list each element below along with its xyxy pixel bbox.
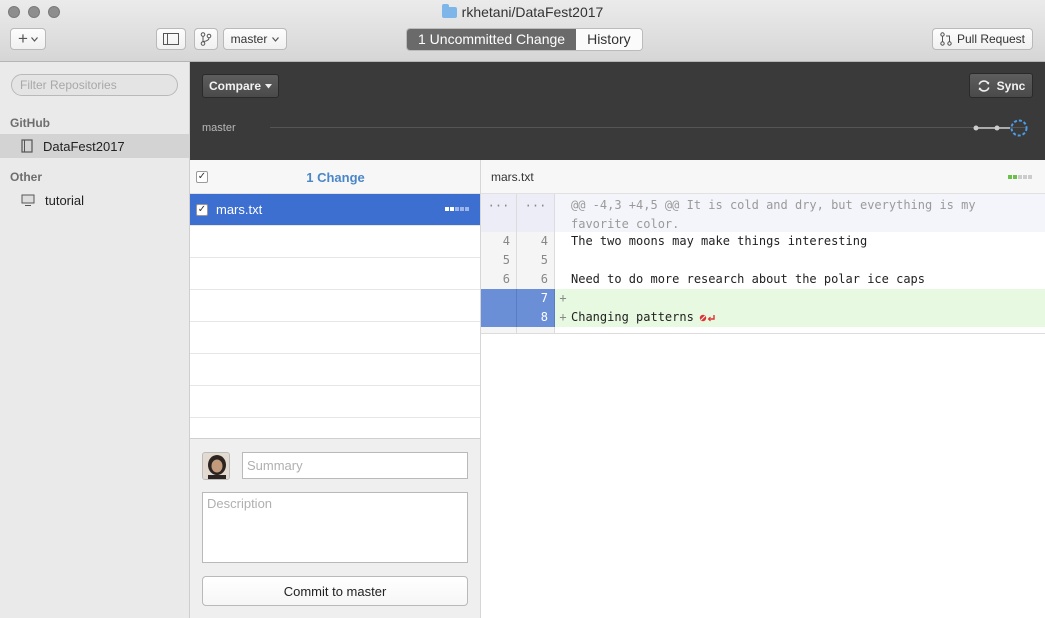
pull-request-icon (940, 32, 952, 46)
diff-line: 5 5 (481, 251, 1045, 270)
hunk-header-text: favorite color. (571, 217, 680, 231)
sidebar-item-datafest2017[interactable]: DataFest2017 (0, 134, 189, 158)
no-newline-icon (699, 314, 715, 322)
diff-filename: mars.txt (491, 170, 534, 184)
diff-panel: mars.txt ··· ··· @@ -4,3 +4,5 @@ It is c… (481, 160, 1045, 618)
empty-row (190, 290, 480, 322)
empty-row (190, 354, 480, 386)
compare-button[interactable]: Compare (202, 74, 279, 98)
folder-icon (441, 4, 457, 18)
sidebar-item-tutorial[interactable]: tutorial (0, 188, 189, 212)
pull-request-button[interactable]: Pull Request (932, 28, 1033, 50)
change-stat-icon (445, 207, 469, 211)
diff-line-added[interactable]: 8 + Changing patterns (481, 308, 1045, 327)
branch-selector[interactable]: master (223, 28, 287, 50)
sidebar-group-github: GitHub (10, 116, 50, 130)
toggle-sidebar-button[interactable] (156, 28, 186, 50)
commit-dot-icon[interactable] (994, 125, 1000, 131)
uncommitted-changes-icon[interactable] (1010, 119, 1028, 137)
changes-header: ✓ 1 Change (190, 160, 480, 194)
branch-header: Compare Sync master (190, 62, 1045, 160)
empty-row (190, 322, 480, 354)
diff-lines: ··· ··· @@ -4,3 +4,5 @@ It is cold and d… (481, 194, 1045, 334)
title-bar: rkhetani/DataFest2017 + master 1 Uncommi… (0, 0, 1045, 62)
commit-timeline (270, 127, 1025, 128)
description-input[interactable] (202, 492, 468, 563)
empty-row (190, 386, 480, 418)
changes-panel: ✓ 1 Change ✓ mars.txt (190, 160, 481, 438)
commit-panel: Commit to master (190, 438, 481, 618)
computer-icon (21, 194, 35, 206)
sidebar-item-label: DataFest2017 (43, 138, 125, 154)
diff-divider (481, 333, 1045, 334)
add-repository-button[interactable]: + (10, 28, 46, 50)
diff-footer-row (481, 327, 1045, 333)
user-avatar (202, 452, 230, 480)
empty-row (190, 226, 480, 258)
sync-button[interactable]: Sync (969, 73, 1033, 98)
branch-icon (200, 32, 212, 46)
filter-repositories-input[interactable] (11, 74, 178, 96)
chevron-down-icon (272, 36, 280, 42)
chevron-down-icon (31, 36, 38, 42)
diff-line: 6 6 Need to do more research about the p… (481, 270, 1045, 289)
tab-history[interactable]: History (576, 29, 642, 50)
summary-input[interactable] (242, 452, 468, 479)
file-checkbox[interactable]: ✓ (196, 204, 208, 216)
caret-down-icon (265, 83, 272, 88)
hunk-header: ··· ··· @@ -4,3 +4,5 @@ It is cold and d… (481, 194, 1045, 232)
changes-count: 1 Change (306, 170, 365, 185)
commit-button[interactable]: Commit to master (202, 576, 468, 606)
sidebar: GitHub DataFest2017 Other tutorial (0, 62, 190, 618)
create-branch-button[interactable] (194, 28, 218, 50)
window-title: rkhetani/DataFest2017 (0, 4, 1045, 20)
tab-uncommitted-changes[interactable]: 1 Uncommitted Change (407, 29, 577, 50)
file-name: mars.txt (216, 202, 263, 217)
view-switcher: 1 Uncommitted Change History (406, 28, 643, 51)
empty-row (190, 258, 480, 290)
commit-dot-icon[interactable] (973, 125, 979, 131)
sidebar-item-label: tutorial (45, 192, 85, 208)
hunk-header-text: @@ -4,3 +4,5 @@ It is cold and dry, but … (571, 198, 976, 212)
diff-line-added[interactable]: 7 + (481, 289, 1045, 308)
diff-header: mars.txt (481, 160, 1045, 194)
commit-timeline-markers (973, 119, 1028, 137)
sync-icon (978, 79, 990, 92)
sidebar-toggle-icon (163, 33, 179, 45)
repository-icon (21, 139, 33, 153)
branch-label: master (202, 122, 236, 134)
diff-line: 4 4 The two moons may make things intere… (481, 232, 1045, 251)
file-row-mars-txt[interactable]: ✓ mars.txt (190, 194, 480, 226)
change-stat-icon (1008, 175, 1032, 179)
sidebar-group-other: Other (10, 170, 43, 184)
